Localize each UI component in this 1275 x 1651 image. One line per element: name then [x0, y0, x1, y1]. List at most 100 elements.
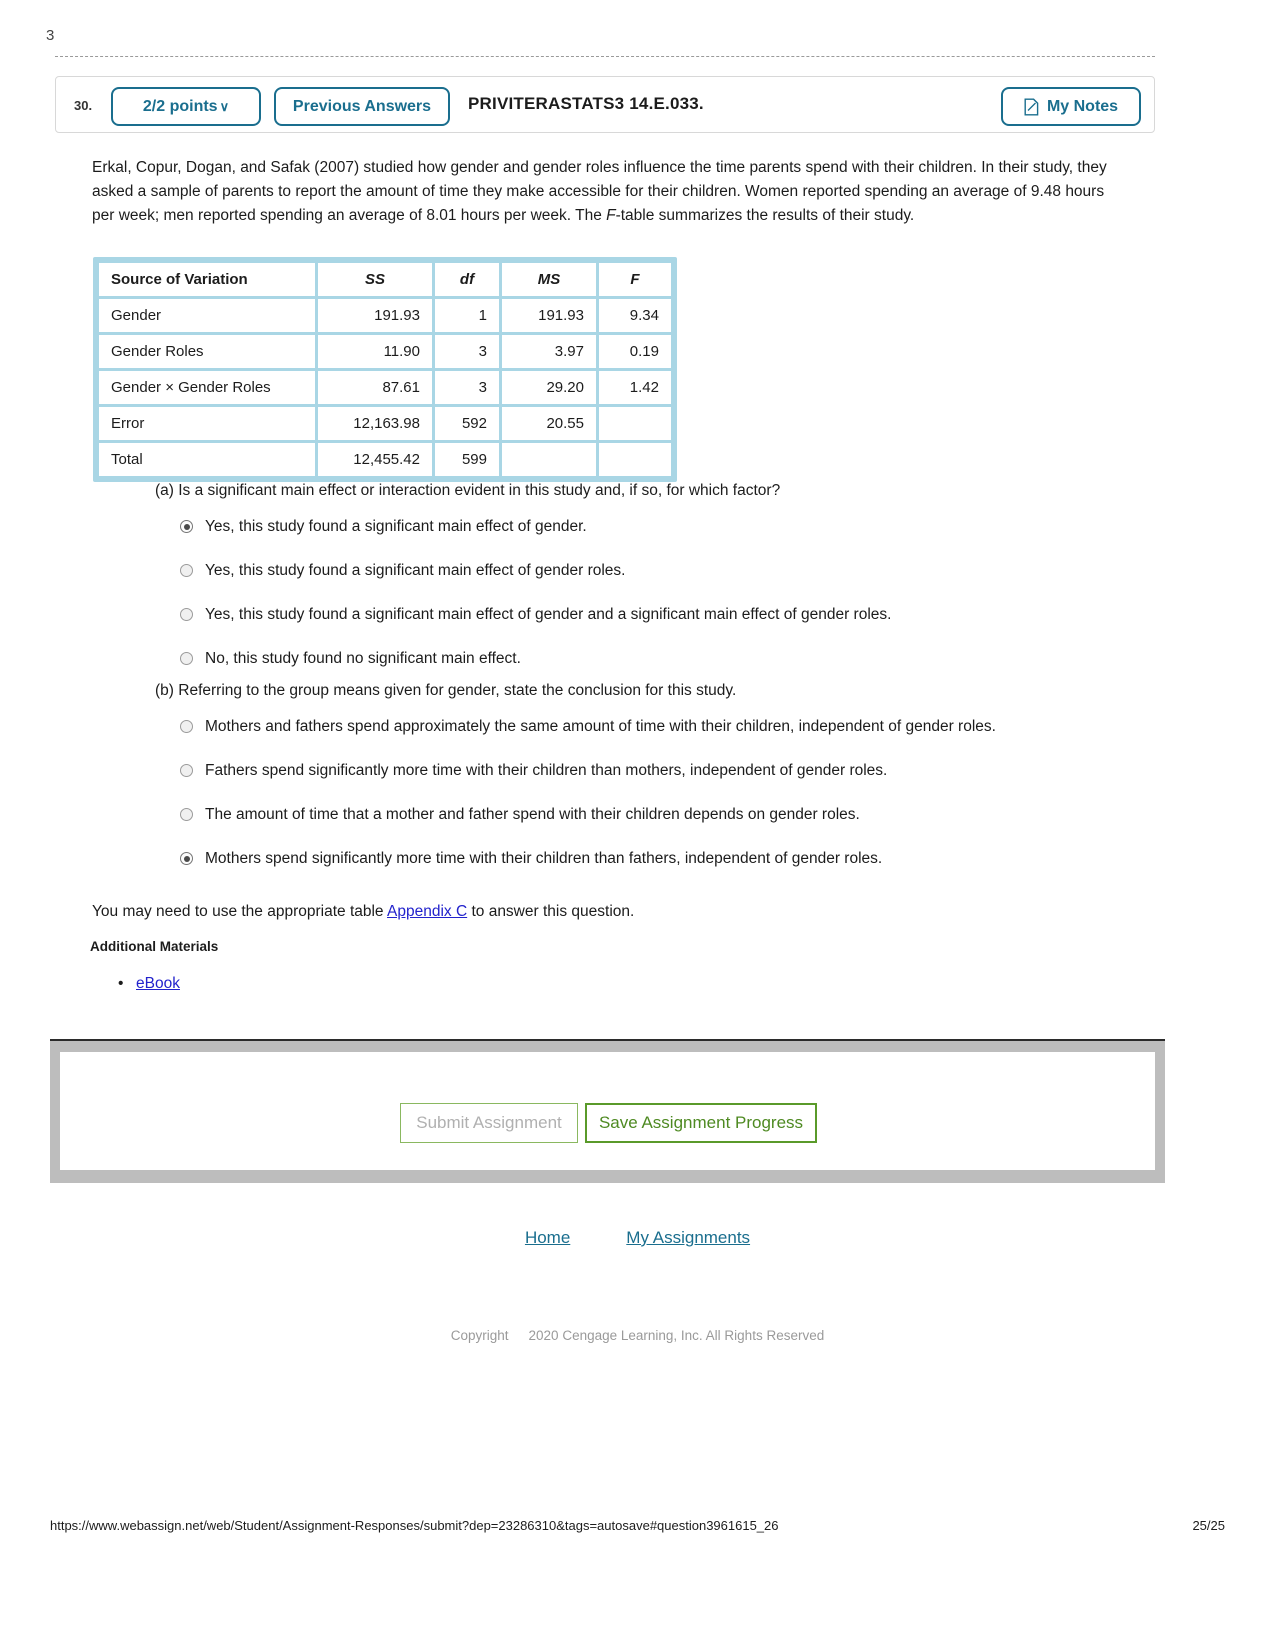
radio-button-icon[interactable]	[180, 652, 193, 665]
footer-links: Home My Assignments	[0, 1228, 1275, 1248]
copyright-word: Copyright	[450, 1328, 509, 1343]
anova-table-wrapper: Source of Variation SS df MS F Gender 19…	[93, 257, 677, 482]
option-label: Mothers spend significantly more time wi…	[205, 850, 883, 867]
cell-ss: 11.90	[318, 335, 432, 368]
table-row: Gender Roles 11.90 3 3.97 0.19	[99, 335, 671, 368]
option-label: Mothers and fathers spend approximately …	[205, 718, 996, 735]
appendix-note: You may need to use the appropriate tabl…	[92, 903, 634, 921]
cell-ms: 29.20	[502, 371, 596, 404]
cell-df: 3	[435, 335, 499, 368]
question-code: PRIVITERASTATS3 14.E.033.	[468, 94, 704, 113]
table-row: Total 12,455.42 599	[99, 443, 671, 476]
cell-ss: 191.93	[318, 299, 432, 332]
additional-materials-heading: Additional Materials	[90, 939, 219, 954]
cell-source: Gender × Gender Roles	[99, 371, 315, 404]
points-badge-button[interactable]: 2/2 points ∨	[111, 87, 261, 126]
option-label: No, this study found no significant main…	[205, 650, 521, 667]
radio-button-icon[interactable]	[180, 764, 193, 777]
part-b-prompt: (b) Referring to the group means given f…	[155, 682, 737, 699]
col-header-ss: SS	[318, 263, 432, 296]
cell-ms: 191.93	[502, 299, 596, 332]
table-row: Error 12,163.98 592 20.55	[99, 407, 671, 440]
radio-button-icon[interactable]	[180, 608, 193, 621]
option-label: Fathers spend significantly more time wi…	[205, 762, 888, 779]
submit-assignment-button[interactable]: Submit Assignment	[400, 1103, 578, 1143]
italic-f-symbol: F	[606, 207, 616, 224]
col-header-ms: MS	[502, 263, 596, 296]
question-number: 30.	[74, 98, 93, 113]
question-part-b: (b) Referring to the group means given f…	[155, 680, 1135, 870]
radio-button-icon[interactable]	[180, 808, 193, 821]
question-part-a: (a) Is a significant main effect or inte…	[155, 480, 1135, 670]
previous-answers-button[interactable]: Previous Answers	[274, 87, 450, 126]
chevron-down-icon: ∨	[219, 98, 230, 114]
col-header-f: F	[599, 263, 671, 296]
part-b-option-1[interactable]: Fathers spend significantly more time wi…	[155, 760, 1135, 782]
cell-df: 1	[435, 299, 499, 332]
cell-df: 592	[435, 407, 499, 440]
cell-f	[599, 443, 671, 476]
option-label: Yes, this study found a significant main…	[205, 606, 892, 623]
copyright-notice: Copyright 2020 Cengage Learning, Inc. All…	[0, 1328, 1275, 1343]
previous-answers-label: Previous Answers	[292, 97, 432, 115]
part-a-option-0[interactable]: Yes, this study found a significant main…	[155, 516, 1135, 538]
radio-button-icon[interactable]	[180, 520, 193, 533]
question-header-bar: 30. 2/2 points ∨ Previous Answers PRIVIT…	[55, 76, 1155, 133]
bullet-icon: •	[118, 975, 124, 992]
col-header-df: df	[435, 263, 499, 296]
cell-source: Total	[99, 443, 315, 476]
table-header-row: Source of Variation SS df MS F	[99, 263, 671, 296]
home-link[interactable]: Home	[525, 1228, 570, 1247]
part-a-option-2[interactable]: Yes, this study found a significant main…	[155, 604, 1135, 626]
my-notes-label: My Notes	[1046, 97, 1119, 115]
my-assignments-link[interactable]: My Assignments	[626, 1228, 750, 1247]
cell-df: 599	[435, 443, 499, 476]
cell-ss: 12,455.42	[318, 443, 432, 476]
table-row: Gender 191.93 1 191.93 9.34	[99, 299, 671, 332]
cell-source: Error	[99, 407, 315, 440]
part-b-option-2[interactable]: The amount of time that a mother and fat…	[155, 804, 1135, 826]
part-a-option-1[interactable]: Yes, this study found a significant main…	[155, 560, 1135, 582]
problem-statement: Erkal, Copur, Dogan, and Safak (2007) st…	[92, 156, 1122, 228]
table-row: Gender × Gender Roles 87.61 3 29.20 1.42	[99, 371, 671, 404]
cell-ss: 87.61	[318, 371, 432, 404]
page-break-divider	[55, 56, 1155, 57]
cell-source: Gender Roles	[99, 335, 315, 368]
cell-ms	[502, 443, 596, 476]
my-notes-button[interactable]: My Notes	[1001, 87, 1141, 126]
cell-f	[599, 407, 671, 440]
part-b-option-3[interactable]: Mothers spend significantly more time wi…	[155, 848, 1135, 870]
stray-glyph: 3	[46, 27, 55, 44]
save-assignment-progress-button[interactable]: Save Assignment Progress	[585, 1103, 817, 1143]
copyright-text: 2020 Cengage Learning, Inc. All Rights R…	[528, 1328, 825, 1343]
cell-f: 9.34	[599, 299, 671, 332]
print-footer-page-number: 25/25	[1192, 1518, 1225, 1533]
cell-df: 3	[435, 371, 499, 404]
appendix-text-after: to answer this question.	[467, 903, 635, 920]
cell-f: 1.42	[599, 371, 671, 404]
part-b-option-0[interactable]: Mothers and fathers spend approximately …	[155, 716, 1135, 738]
part-a-option-3[interactable]: No, this study found no significant main…	[155, 648, 1135, 670]
cell-source: Gender	[99, 299, 315, 332]
appendix-c-link[interactable]: Appendix C	[387, 903, 467, 920]
option-label: The amount of time that a mother and fat…	[205, 806, 860, 823]
points-label: 2/2 points	[142, 97, 218, 115]
cell-ms: 20.55	[502, 407, 596, 440]
cell-f: 0.19	[599, 335, 671, 368]
submit-panel: Submit Assignment Save Assignment Progre…	[50, 1039, 1165, 1183]
radio-button-icon[interactable]	[180, 852, 193, 865]
part-a-prompt: (a) Is a significant main effect or inte…	[155, 482, 781, 499]
ebook-link[interactable]: eBook	[136, 975, 180, 992]
problem-text-part1: Erkal, Copur, Dogan, and Safak (2007) st…	[92, 159, 1107, 224]
appendix-text-before: You may need to use the appropriate tabl…	[92, 903, 388, 920]
cell-ss: 12,163.98	[318, 407, 432, 440]
problem-text-part2: -table summarizes the results of their s…	[615, 207, 915, 224]
print-footer-url: https://www.webassign.net/web/Student/As…	[50, 1518, 779, 1533]
radio-button-icon[interactable]	[180, 720, 193, 733]
list-item: • eBook	[118, 975, 180, 993]
anova-table: Source of Variation SS df MS F Gender 19…	[96, 260, 674, 479]
submit-panel-inner: Submit Assignment Save Assignment Progre…	[60, 1052, 1155, 1170]
radio-button-icon[interactable]	[180, 564, 193, 577]
col-header-source: Source of Variation	[99, 263, 315, 296]
option-label: Yes, this study found a significant main…	[205, 562, 626, 579]
